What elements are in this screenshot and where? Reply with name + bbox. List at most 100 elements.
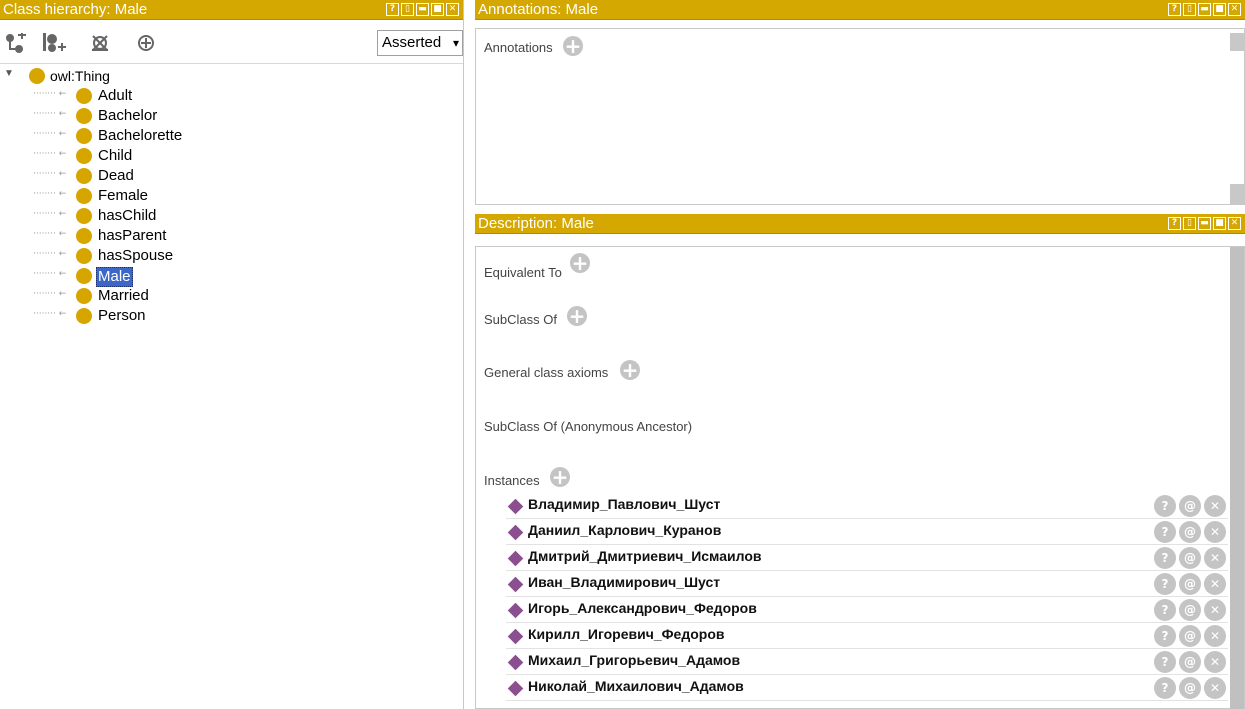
- class-hierarchy-panel: Class hierarchy: Male ? ▯ ▬ ■ ✕ Asserted…: [0, 0, 464, 709]
- tree-item-label: Dead: [98, 167, 134, 184]
- instance-row[interactable]: Кирилл_Игоревич_Федоров? @ ✕: [506, 623, 1228, 649]
- instance-row-buttons: ? @ ✕: [1154, 573, 1226, 595]
- instance-row[interactable]: Даниил_Карлович_Куранов? @ ✕: [506, 519, 1228, 545]
- subclass-anonymous-label: SubClass Of (Anonymous Ancestor): [484, 419, 693, 434]
- class-icon: [76, 308, 92, 324]
- individual-icon: [507, 680, 524, 697]
- annotate-icon[interactable]: @: [1179, 625, 1201, 647]
- class-icon: [76, 168, 92, 184]
- instance-name: Михаил_Григорьевич_Адамов: [528, 652, 741, 668]
- split-vertical-icon[interactable]: ▯: [401, 3, 414, 16]
- tree-item-label: Person: [98, 307, 146, 324]
- maximize-icon[interactable]: ■: [1213, 217, 1226, 230]
- delete-icon[interactable]: ✕: [1204, 573, 1226, 595]
- scrollbar-thumb[interactable]: [1230, 184, 1244, 204]
- maximize-icon[interactable]: ■: [1213, 3, 1226, 16]
- tree-connector: ········ ←: [33, 129, 67, 139]
- individual-icon: [507, 524, 524, 541]
- delete-icon[interactable]: ✕: [1204, 651, 1226, 673]
- split-horizontal-icon[interactable]: ▬: [1198, 3, 1211, 16]
- delete-icon[interactable]: ✕: [1204, 547, 1226, 569]
- scrollbar-thumb[interactable]: [1230, 33, 1244, 51]
- tree-connector: ········ ←: [33, 269, 67, 279]
- class-icon: [29, 68, 45, 84]
- add-subclass-icon[interactable]: [5, 31, 26, 53]
- annotate-icon[interactable]: @: [1179, 677, 1201, 699]
- delete-icon[interactable]: ✕: [1204, 677, 1226, 699]
- add-instance-button[interactable]: +: [550, 467, 570, 487]
- tree-item-label: hasSpouse: [98, 247, 174, 264]
- add-subclass-of-button[interactable]: +: [567, 306, 587, 326]
- explain-icon[interactable]: ?: [1154, 495, 1176, 517]
- instance-row[interactable]: Николай_Михаилович_Адамов? @ ✕: [506, 675, 1228, 701]
- explain-icon[interactable]: ?: [1154, 651, 1176, 673]
- delete-icon[interactable]: ✕: [1204, 625, 1226, 647]
- add-sibling-class-icon[interactable]: [43, 33, 66, 53]
- subclass-of-label: SubClass Of: [484, 312, 557, 327]
- annotate-icon[interactable]: @: [1179, 495, 1201, 517]
- tree-connector: ········ ←: [33, 89, 67, 99]
- header-buttons: ? ▯ ▬ ■ ✕: [1168, 217, 1241, 230]
- add-annotation-button[interactable]: +: [563, 36, 583, 56]
- help-icon[interactable]: ?: [1168, 3, 1181, 16]
- split-horizontal-icon[interactable]: ▬: [416, 3, 429, 16]
- instance-row[interactable]: Михаил_Григорьевич_Адамов? @ ✕: [506, 649, 1228, 675]
- annotate-icon[interactable]: @: [1179, 521, 1201, 543]
- delete-icon[interactable]: ✕: [1204, 521, 1226, 543]
- tree-connector: ········ ←: [33, 309, 67, 319]
- class-hierarchy-toolbar: Asserted ▾: [0, 21, 463, 64]
- delete-icon[interactable]: ✕: [1204, 599, 1226, 621]
- delete-icon[interactable]: ✕: [1204, 495, 1226, 517]
- instance-row-buttons: ? @ ✕: [1154, 677, 1226, 699]
- help-icon[interactable]: ?: [386, 3, 399, 16]
- explain-icon[interactable]: ?: [1154, 521, 1176, 543]
- tree-connector: ········ ←: [33, 229, 67, 239]
- equivalent-to-label: Equivalent To: [484, 265, 562, 280]
- tree-connector: ········ ←: [33, 289, 67, 299]
- instance-row[interactable]: Владимир_Павлович_Шуст? @ ✕: [506, 493, 1228, 519]
- tree-connector: ········ ←: [33, 149, 67, 159]
- instance-row[interactable]: Иван_Владимирович_Шуст? @ ✕: [506, 571, 1228, 597]
- annotate-icon[interactable]: @: [1179, 573, 1201, 595]
- explain-icon[interactable]: ?: [1154, 599, 1176, 621]
- explain-icon[interactable]: ?: [1154, 547, 1176, 569]
- annotate-icon[interactable]: @: [1179, 547, 1201, 569]
- instance-row[interactable]: Игорь_Александрович_Федоров? @ ✕: [506, 597, 1228, 623]
- annotations-title: Annotations: Male: [478, 1, 599, 18]
- class-hierarchy-header: Class hierarchy: Male ? ▯ ▬ ■ ✕: [0, 0, 463, 20]
- individual-icon: [507, 576, 524, 593]
- explain-icon[interactable]: ?: [1154, 573, 1176, 595]
- instance-row-buttons: ? @ ✕: [1154, 599, 1226, 621]
- description-scrollbar[interactable]: [1230, 247, 1244, 709]
- class-icon: [76, 188, 92, 204]
- delete-class-icon[interactable]: [90, 33, 110, 53]
- hierarchy-mode-select[interactable]: Asserted ▾: [377, 30, 463, 56]
- explain-icon[interactable]: ?: [1154, 625, 1176, 647]
- general-class-axioms-label: General class axioms: [484, 365, 609, 380]
- tree-item-label: Male: [96, 267, 133, 287]
- close-icon[interactable]: ✕: [1228, 3, 1241, 16]
- class-icon: [76, 288, 92, 304]
- collapse-toggle-icon[interactable]: ▼: [4, 68, 14, 79]
- annotate-icon[interactable]: @: [1179, 651, 1201, 673]
- individual-icon: [507, 628, 524, 645]
- split-vertical-icon[interactable]: ▯: [1183, 3, 1196, 16]
- class-icon: [76, 148, 92, 164]
- maximize-icon[interactable]: ■: [431, 3, 444, 16]
- instance-row-buttons: ? @ ✕: [1154, 625, 1226, 647]
- close-icon[interactable]: ✕: [1228, 217, 1241, 230]
- tree-item-label: Child: [98, 147, 133, 164]
- instance-row[interactable]: Дмитрий_Дмитриевич_Исмаилов? @ ✕: [506, 545, 1228, 571]
- class-icon: [76, 228, 92, 244]
- add-general-axiom-button[interactable]: +: [620, 360, 640, 380]
- help-icon[interactable]: ?: [1168, 217, 1181, 230]
- explain-icon[interactable]: ?: [1154, 677, 1176, 699]
- individual-icon: [507, 602, 524, 619]
- split-horizontal-icon[interactable]: ▬: [1198, 217, 1211, 230]
- close-icon[interactable]: ✕: [446, 3, 459, 16]
- expand-icon[interactable]: [137, 33, 157, 53]
- annotate-icon[interactable]: @: [1179, 599, 1201, 621]
- add-equivalent-button[interactable]: +: [570, 253, 590, 273]
- hierarchy-mode-value: Asserted: [382, 34, 442, 51]
- split-vertical-icon[interactable]: ▯: [1183, 217, 1196, 230]
